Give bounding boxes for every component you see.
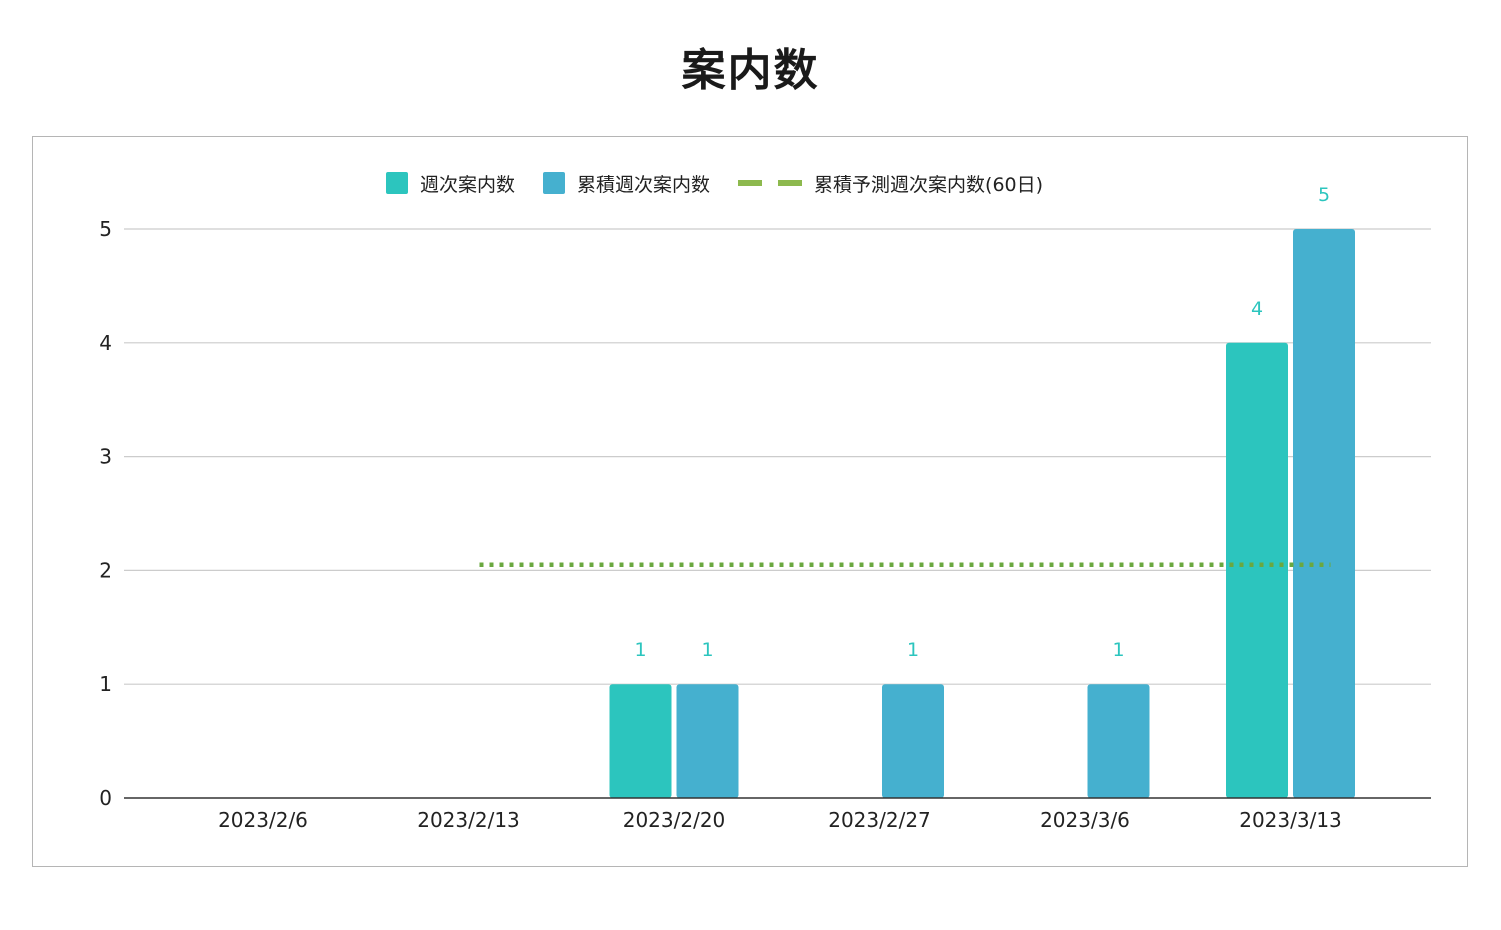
- data-label: 5: [1318, 184, 1330, 206]
- x-tick-label: 2023/2/13: [417, 808, 520, 832]
- x-tick-label: 2023/2/27: [828, 808, 931, 832]
- x-tick-label: 2023/3/13: [1239, 808, 1342, 832]
- bar-cumulative: [676, 684, 739, 798]
- bar-weekly: [1226, 342, 1288, 798]
- bar-cumulative: [1087, 684, 1150, 798]
- y-tick-label: 3: [99, 445, 112, 469]
- x-tick-label: 2023/2/6: [218, 808, 308, 832]
- data-label: 1: [907, 639, 919, 661]
- data-label: 1: [701, 639, 713, 661]
- data-label: 1: [634, 639, 646, 661]
- y-tick-label: 1: [99, 672, 112, 696]
- bar-cumulative: [882, 684, 944, 798]
- x-tick-label: 2023/3/6: [1040, 808, 1130, 832]
- y-tick-label: 2: [99, 558, 112, 582]
- chart-plot: 0 1 2 3 4 5 1 4 1 1 1 5 2023/2/6 2023/2/13 2023/2/20 20…: [99, 184, 1431, 832]
- data-label: 4: [1251, 298, 1263, 320]
- x-tick-label: 2023/2/20: [623, 808, 726, 832]
- y-tick-label: 4: [99, 331, 112, 355]
- data-label: 1: [1112, 639, 1124, 661]
- y-tick-label: 0: [99, 786, 112, 810]
- y-tick-label: 5: [99, 217, 112, 241]
- bar-weekly: [609, 684, 672, 798]
- bar-cumulative: [1293, 229, 1355, 798]
